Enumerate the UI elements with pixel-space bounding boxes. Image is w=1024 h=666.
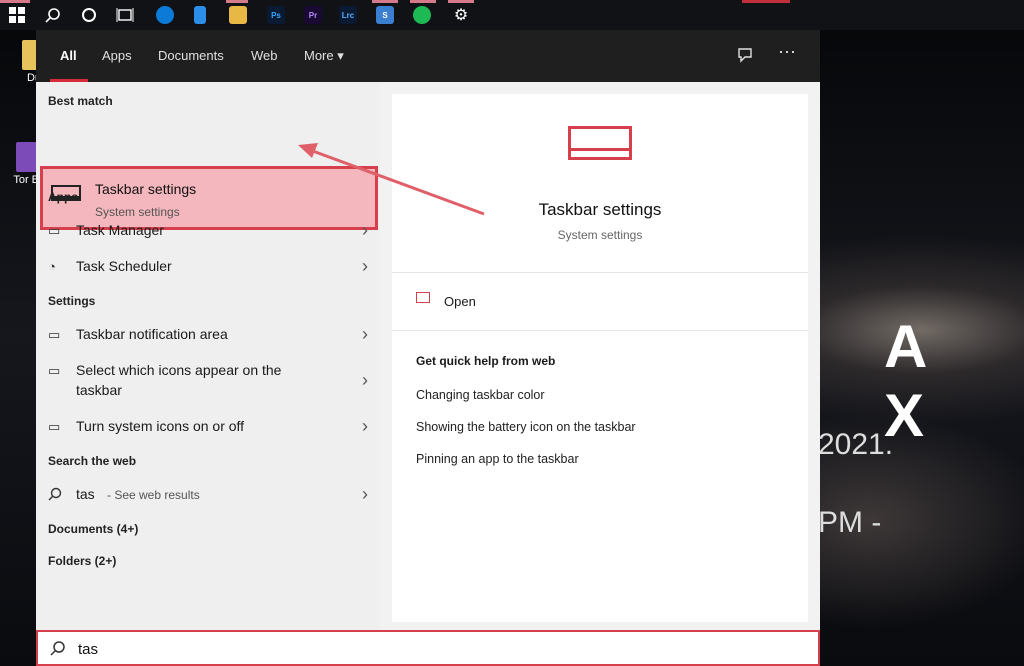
- search-input[interactable]: tas: [78, 641, 98, 658]
- annotation-arrow: [298, 143, 485, 216]
- search-icon: [50, 640, 66, 660]
- search-box[interactable]: tas: [36, 630, 820, 666]
